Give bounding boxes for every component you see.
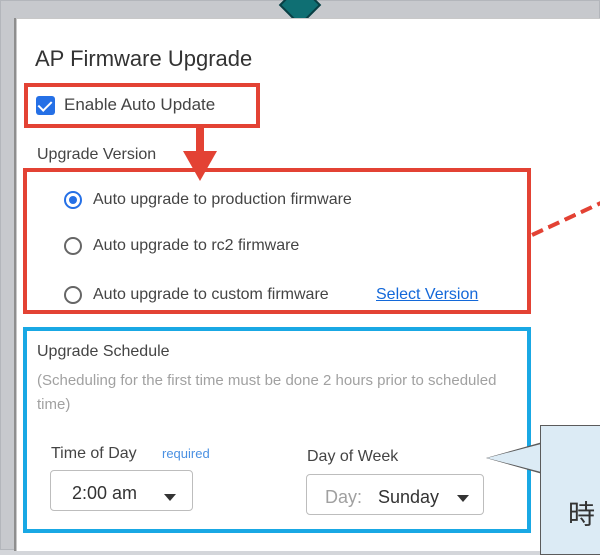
day-of-week-label: Day of Week (307, 448, 399, 465)
radio-selected-icon[interactable] (64, 191, 82, 209)
callout-box (540, 425, 600, 555)
chevron-down-icon[interactable] (164, 494, 176, 501)
time-of-day-value[interactable]: 2:00 am (72, 483, 137, 504)
select-version-link[interactable]: Select Version (376, 286, 478, 304)
checkbox-checked-icon[interactable] (36, 96, 55, 115)
option-production-label[interactable]: Auto upgrade to production firmware (93, 191, 352, 209)
radio-unselected-icon[interactable] (64, 286, 82, 304)
time-of-day-label: Time of Day (51, 445, 137, 462)
page-title: AP Firmware Upgrade (35, 46, 253, 71)
radio-unselected-icon[interactable] (64, 237, 82, 255)
option-custom-label[interactable]: Auto upgrade to custom firmware (93, 286, 329, 304)
day-of-week-value[interactable]: Sunday (378, 487, 439, 508)
enable-auto-update-label[interactable]: Enable Auto Update (64, 95, 215, 115)
upgrade-version-label: Upgrade Version (37, 146, 157, 163)
schedule-note: (Scheduling for the first time must be d… (37, 372, 497, 413)
option-rc2-label[interactable]: Auto upgrade to rc2 firmware (93, 237, 299, 255)
upgrade-schedule-label: Upgrade Schedule (37, 343, 170, 360)
day-prefix: Day: (325, 487, 363, 507)
chevron-down-icon[interactable] (457, 495, 469, 502)
arrow-down-icon (196, 128, 204, 153)
required-badge: required (162, 446, 210, 461)
callout-text: 時 (568, 500, 595, 530)
